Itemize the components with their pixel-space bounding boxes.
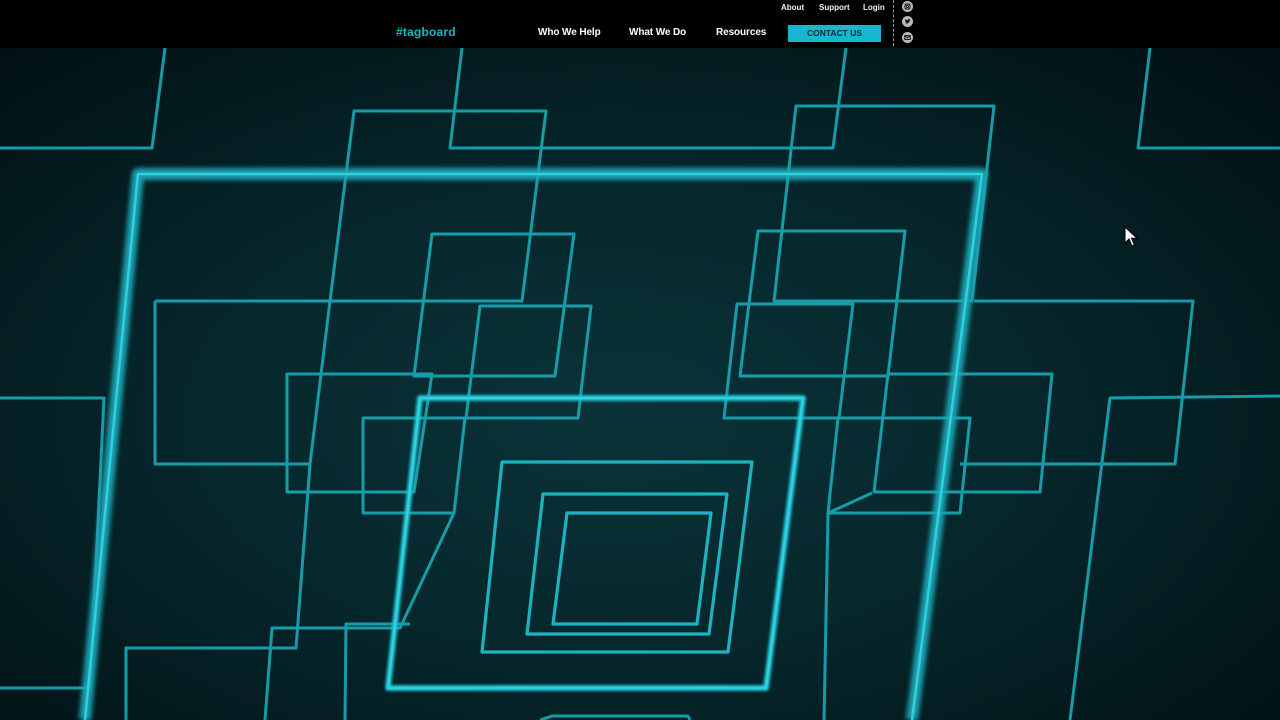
- mouse-cursor-icon: [1124, 225, 1139, 253]
- nav-support-link[interactable]: Support: [819, 3, 850, 12]
- contact-us-button[interactable]: CONTACT US: [788, 25, 881, 42]
- page: #tagboard About Support Login Who We Hel…: [0, 0, 1280, 720]
- nav-what-we-do[interactable]: What We Do: [629, 27, 686, 38]
- instagram-icon[interactable]: [902, 1, 913, 12]
- hero-background: [0, 48, 1280, 720]
- header-divider: [893, 0, 894, 46]
- nav-who-we-help[interactable]: Who We Help: [538, 27, 601, 38]
- tunnel-line-art: [0, 48, 1280, 720]
- nav-login-link[interactable]: Login: [863, 3, 885, 12]
- tagboard-logo[interactable]: #tagboard: [396, 25, 456, 39]
- nav-resources[interactable]: Resources: [716, 27, 766, 38]
- nav-about-link[interactable]: About: [781, 3, 804, 12]
- email-icon[interactable]: [902, 32, 913, 43]
- twitter-icon[interactable]: [902, 16, 913, 27]
- site-header: #tagboard About Support Login Who We Hel…: [0, 0, 1280, 48]
